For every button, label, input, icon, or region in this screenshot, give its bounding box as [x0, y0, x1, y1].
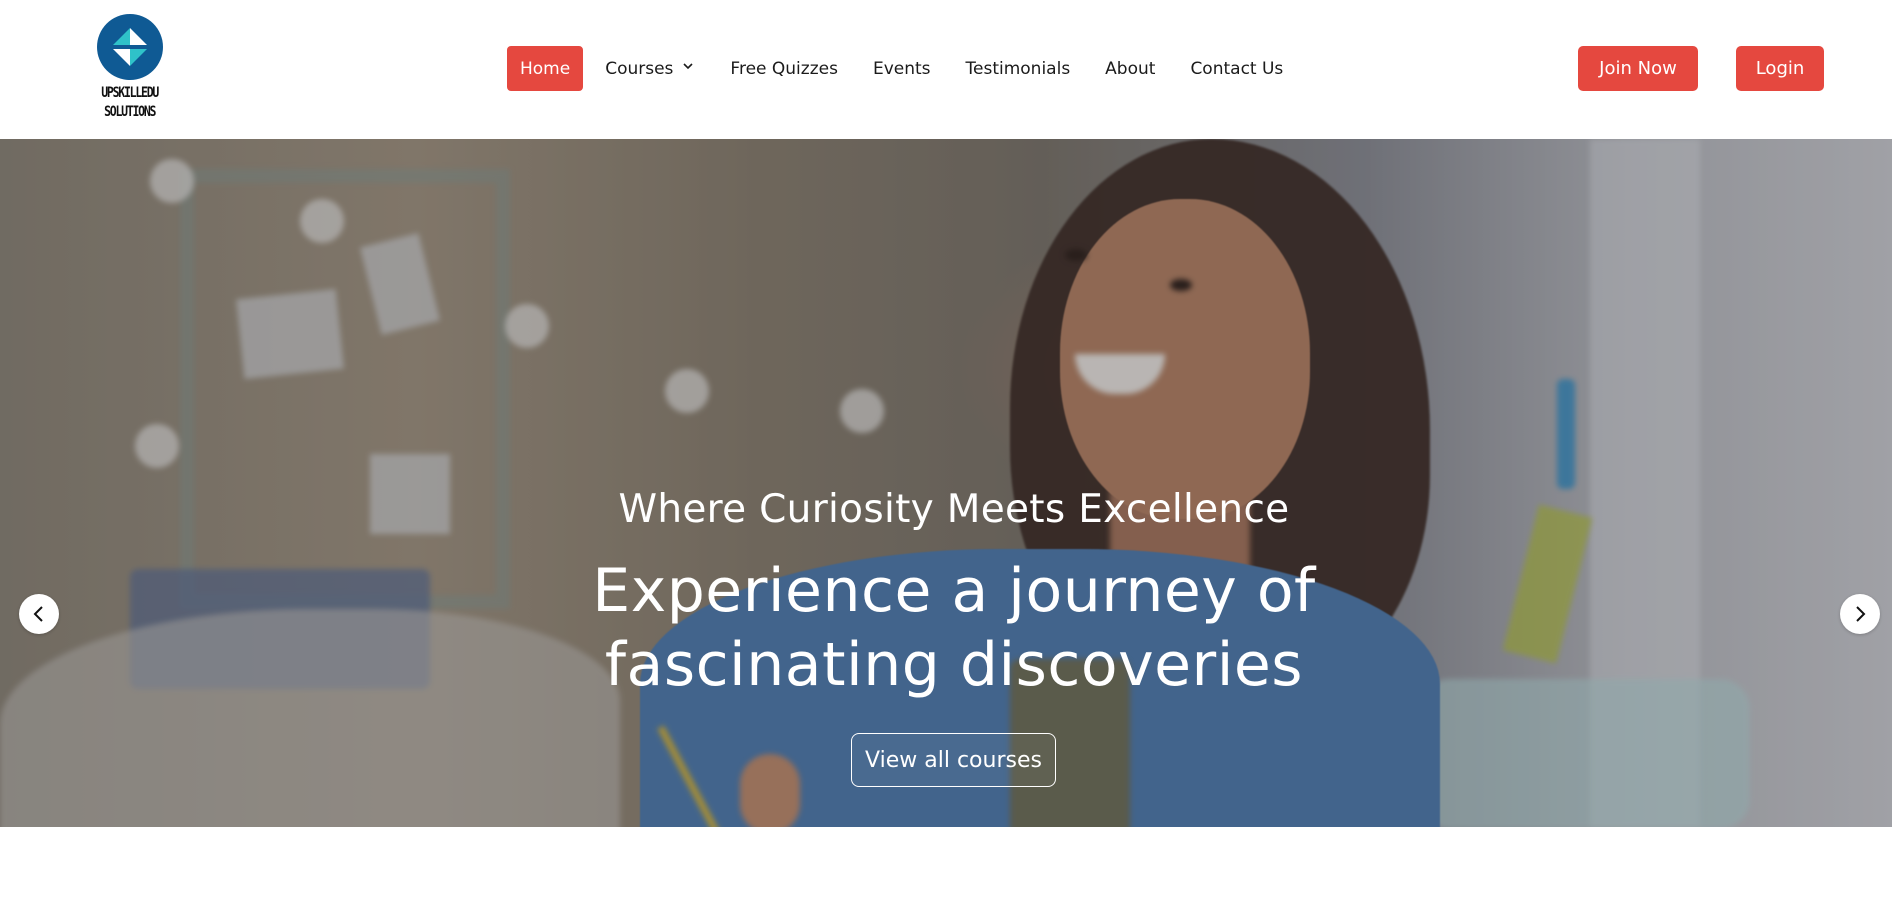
hero-content: Where Curiosity Meets Excellence Experie… [0, 139, 1892, 827]
site-header: UPSKILLEDU SOLUTIONS Home Courses Free Q… [0, 0, 1892, 139]
logo-line-2: SOLUTIONS [104, 104, 156, 120]
login-button[interactable]: Login [1736, 46, 1824, 91]
carousel-prev-button[interactable] [19, 594, 59, 634]
hero-title: Experience a journey of fascinating disc… [0, 554, 1892, 702]
join-now-button[interactable]: Join Now [1578, 46, 1698, 91]
hero-carousel: Where Curiosity Meets Excellence Experie… [0, 139, 1892, 827]
main-nav: Home Courses Free Quizzes Events Testimo… [507, 46, 1283, 91]
chevron-right-icon [1856, 606, 1866, 622]
logo-mark-icon [97, 14, 163, 80]
hero-tagline: Where Curiosity Meets Excellence [618, 487, 1290, 532]
nav-testimonials[interactable]: Testimonials [966, 46, 1071, 91]
nav-about[interactable]: About [1105, 46, 1155, 91]
nav-home[interactable]: Home [507, 46, 584, 91]
site-logo[interactable]: UPSKILLEDU SOLUTIONS [95, 14, 165, 122]
nav-events[interactable]: Events [873, 46, 931, 91]
hero-title-line-1: Experience a journey of [592, 556, 1316, 626]
nav-free-quizzes[interactable]: Free Quizzes [730, 46, 838, 91]
view-all-courses-button[interactable]: View all courses [851, 733, 1056, 787]
logo-line-1: UPSKILLEDU [101, 85, 160, 101]
nav-contact-us[interactable]: Contact Us [1190, 46, 1283, 91]
hero-title-line-2: fascinating discoveries [604, 630, 1304, 700]
nav-courses[interactable]: Courses [605, 46, 695, 91]
logo-wordmark: UPSKILLEDU SOLUTIONS [101, 84, 160, 122]
nav-courses-label: Courses [605, 58, 674, 79]
chevron-down-icon [683, 62, 693, 69]
carousel-next-button[interactable] [1840, 594, 1880, 634]
chevron-left-icon [33, 606, 43, 622]
